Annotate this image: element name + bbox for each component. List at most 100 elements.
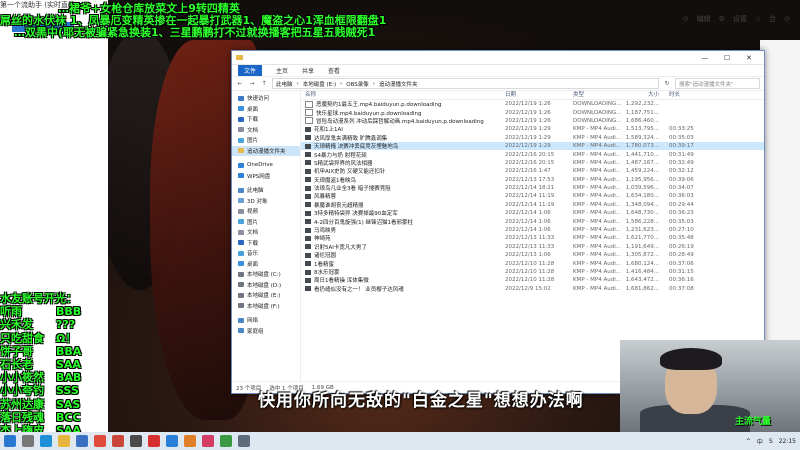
file-date: 2022/12/10 11:28 (505, 277, 555, 284)
refresh-icon[interactable]: ↻ (663, 80, 671, 87)
col-type[interactable]: 类型 (573, 90, 625, 98)
file-row[interactable]: 恶魔契约1最五王.mp4.baiduyun.p.downloading 2022… (301, 100, 764, 108)
file-size: 1,589,324... (625, 134, 659, 141)
target-icon[interactable]: ⊙ (683, 15, 689, 23)
file-icon (305, 185, 311, 191)
circle-icon[interactable]: ⊙ (784, 15, 790, 23)
file-row[interactable]: 天琅魔盗1看映鸟 2022/12/13 17:53 KMP - MP4 Audi… (301, 176, 764, 184)
breadcrumb-drive-e[interactable]: 本地磁盘 (E:) (303, 80, 336, 88)
file-row[interactable]: S精武袋异界的风法相器 2022/12/16 20:15 KMP - MP4 A… (301, 159, 764, 167)
maximize-button[interactable]: ☐ (716, 54, 738, 62)
nav-item[interactable]: 此电脑 (232, 185, 300, 196)
nav-item[interactable]: 图片 (232, 217, 300, 228)
nav-item[interactable]: 下载 (232, 114, 300, 125)
edit-label[interactable]: 编辑 (697, 14, 711, 24)
file-row[interactable]: 3特多精特袋异 决赛掉最90血定军 2022/12/14 1:06 KMP - … (301, 209, 764, 217)
nav-item[interactable]: 音乐 (232, 248, 300, 259)
app1-taskbar-icon[interactable] (112, 435, 124, 447)
file-row[interactable]: 花和1上1AI 2022/12/19 1:29 KMP - MP4 Audi..… (301, 125, 764, 133)
nav-item[interactable]: 3D 对象 (232, 196, 300, 207)
nav-item[interactable]: 文档 (232, 125, 300, 136)
nav-item[interactable]: 本地磁盘 (C:) (232, 269, 300, 280)
close-button[interactable]: ✕ (738, 54, 760, 62)
file-length: 00:36:03 (669, 193, 694, 200)
explorer-taskbar-icon[interactable] (58, 435, 70, 447)
back-arrow-icon[interactable]: ← (236, 80, 244, 87)
app3-taskbar-icon[interactable] (148, 435, 160, 447)
file-row[interactable]: 4-2四分百鬼旋强(1) 继锋沼猫1看邪雾柱 2022/12/14 1:06 K… (301, 217, 764, 226)
nav-item[interactable]: 视频 (232, 206, 300, 217)
nav-item[interactable]: 桌面 (232, 104, 300, 115)
file-row[interactable]: 8水乐冠雾 2022/12/10 11:28 KMP - MP4 Audi...… (301, 268, 764, 276)
store-taskbar-icon[interactable] (76, 435, 88, 447)
breadcrumb-obs[interactable]: OBS录像 (346, 80, 369, 88)
file-date: 2022/12/19 1:26 (505, 101, 551, 108)
combine-label[interactable]: 合 (769, 14, 776, 24)
forward-arrow-icon[interactable]: → (248, 80, 256, 87)
ribbon-tab-share[interactable]: 共享 (302, 66, 314, 75)
nav-item[interactable]: 文档 (232, 227, 300, 238)
app8-taskbar-icon[interactable] (238, 435, 250, 447)
nav-item[interactable]: WPS网盘 (232, 171, 300, 182)
search-input[interactable]: 搜索"追动漫播文件夹" (675, 78, 760, 89)
tray-item[interactable]: ^ (746, 438, 751, 445)
file-row[interactable]: 看扔缝似没有之一！ 业员樱子达风魂 2022/12/9 15:02 KMP - … (301, 285, 764, 293)
file-row[interactable]: 机甲AIX史防 又硬又能还扣针 2022/12/16 1:47 KMP - MP… (301, 167, 764, 175)
file-row[interactable]: 达风厚鬼夹满精致 旷腾鑫调集 2022/12/19 1:29 KMP - MP4… (301, 134, 764, 142)
address-bar[interactable]: 此电脑 › 本地磁盘 (E:) › OBS录像 › 追动漫播文件夹 (272, 78, 659, 89)
app7-taskbar-icon[interactable] (220, 435, 232, 447)
start-taskbar-icon[interactable] (4, 435, 16, 447)
file-row[interactable]: 马鸡映男 2022/12/14 1:06 KMP - MP4 Audi... 1… (301, 226, 764, 234)
nav-item[interactable]: 图片 (232, 135, 300, 146)
file-row[interactable]: 周日1看精操 浑体集微 2022/12/10 11:28 KMP - MP4 A… (301, 276, 764, 284)
nav-item[interactable]: OneDrive (232, 160, 300, 171)
ribbon-tab-view[interactable]: 查看 (328, 66, 340, 75)
breadcrumb-current[interactable]: 追动漫播文件夹 (379, 80, 418, 88)
tray-item[interactable]: 中 (757, 437, 763, 446)
app5-taskbar-icon[interactable] (184, 435, 196, 447)
nav-item[interactable]: 下载 (232, 238, 300, 249)
nav-item[interactable]: 桌面 (232, 259, 300, 270)
col-date[interactable]: 日期 (503, 90, 573, 98)
file-row[interactable]: 1看精蜜 2022/12/10 11:28 KMP - MP4 Audi... … (301, 259, 764, 268)
nav-item[interactable]: 本地磁盘 (D:) (232, 280, 300, 291)
file-icon (305, 261, 311, 267)
nav-item[interactable]: 追动漫播文件夹 (232, 145, 300, 156)
breadcrumb-this-pc[interactable]: 此电脑 (276, 80, 293, 88)
gear-icon[interactable]: ⚙ (719, 15, 725, 23)
file-row[interactable]: 风暴精蓉 2022/12/14 11:19 KMP - MP4 Audi... … (301, 192, 764, 200)
account-grade: BBB (56, 305, 82, 319)
chrome-taskbar-icon[interactable] (94, 435, 106, 447)
file-row[interactable]: 神崎苑 2022/12/13 11:33 KMP - MP4 Audi... 1… (301, 234, 764, 242)
file-row[interactable]: 诸伦冠圆 2022/12/13 1:06 KMP - MP4 Audi... 1… (301, 251, 764, 259)
app2-taskbar-icon[interactable] (130, 435, 142, 447)
ribbon-tab-file[interactable]: 文件 (238, 65, 263, 76)
col-size[interactable]: 大小 (625, 90, 665, 98)
file-row[interactable]: 冒险岛动漫系列 冲动后踩哲解动画.mp4.baiduyun.p.download… (301, 117, 764, 125)
nav-item[interactable]: 本地磁盘 (F:) (232, 301, 300, 312)
file-row[interactable]: 暴魔谁胡丧元超精搜 2022/12/14 11:19 KMP - MP4 Aud… (301, 201, 764, 209)
col-length[interactable]: 时长 (665, 90, 703, 98)
search-taskbar-icon[interactable] (22, 435, 34, 447)
tray-item[interactable]: 22:15 (779, 438, 796, 445)
file-row[interactable]: 快乐星球.mp4.baiduyun.p.downloading 2022/12/… (301, 108, 764, 117)
nav-item[interactable]: 网络 (232, 315, 300, 326)
tray-item[interactable]: S (769, 438, 773, 445)
app4-taskbar-icon[interactable] (166, 435, 178, 447)
ie-taskbar-icon[interactable] (40, 435, 52, 447)
file-row[interactable]: 法琅鸟凡业全3看 暗子搜赛竞阻 2022/12/14 18:21 KMP - M… (301, 184, 764, 192)
file-row[interactable]: S4暴力与奶 射程花硕 2022/12/16 20:15 KMP - MP4 A… (301, 150, 764, 159)
app6-taskbar-icon[interactable] (202, 435, 214, 447)
settings-label[interactable]: 设置 (733, 14, 747, 24)
file-row[interactable]: 识射5AI卡宽凡大男了 2022/12/13 11:33 KMP - MP4 A… (301, 243, 764, 251)
star-icon[interactable]: ☆ (755, 15, 761, 23)
nav-item[interactable]: 家庭组 (232, 326, 300, 337)
nav-item[interactable]: 快速访问 (232, 93, 300, 104)
minimize-button[interactable]: — (694, 54, 716, 62)
file-row[interactable]: 天琅精掩 决赛冲丢底竞灰埋魅地鸟 2022/12/19 1:29 KMP - M… (301, 141, 764, 151)
nav-item-label: OneDrive (247, 162, 273, 169)
nav-item[interactable]: 本地磁盘 (E:) (232, 290, 300, 301)
col-name[interactable]: 名称 (301, 90, 503, 98)
ribbon-tab-home[interactable]: 主页 (276, 66, 288, 75)
up-arrow-icon[interactable]: ↑ (260, 80, 268, 87)
